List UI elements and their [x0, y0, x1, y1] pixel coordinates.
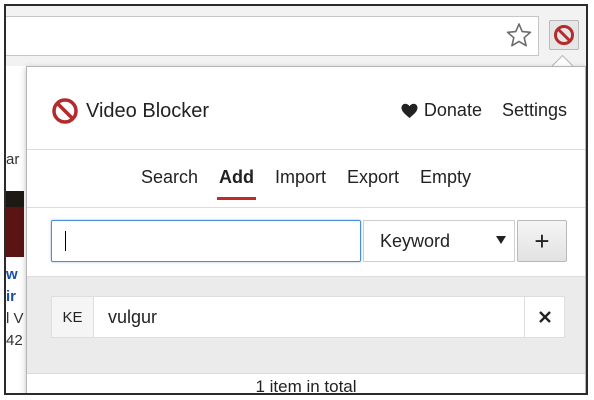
block-icon	[554, 25, 574, 45]
extension-toolbar-button[interactable]	[549, 20, 579, 50]
type-select-value: Keyword	[380, 230, 451, 251]
blocked-list: KE vulgur	[27, 276, 585, 374]
bookmark-star-icon[interactable]	[506, 22, 532, 48]
text-caret	[65, 231, 66, 251]
list-item: KE vulgur	[51, 296, 565, 338]
page-fragment: ar	[6, 151, 20, 168]
remove-item-button[interactable]	[524, 297, 564, 337]
browser-window: ar w ir l V 42 Video Blocker Donate Sett…	[4, 4, 588, 395]
add-form: Keyword +	[51, 220, 567, 264]
divider	[27, 207, 585, 208]
add-button[interactable]: +	[517, 220, 567, 262]
header-links: Donate Settings	[401, 100, 567, 121]
donate-label: Donate	[423, 100, 482, 120]
total-count: 1 item in total	[255, 377, 357, 395]
tab-add[interactable]: Add	[216, 167, 256, 200]
video-thumbnail[interactable]	[6, 191, 24, 257]
page-fragment-link[interactable]: ir	[6, 288, 16, 305]
extension-popup: Video Blocker Donate Settings Search Add…	[26, 66, 586, 395]
close-icon	[538, 311, 551, 323]
tab-import[interactable]: Import	[275, 167, 326, 200]
page-fragment-link[interactable]: w	[6, 266, 18, 283]
settings-link[interactable]: Settings	[502, 100, 567, 121]
tab-bar: Search Add Import Export Empty	[27, 167, 585, 200]
donate-link[interactable]: Donate	[401, 100, 482, 121]
browser-toolbar	[6, 6, 586, 67]
address-bar[interactable]	[6, 16, 539, 56]
brand: Video Blocker	[51, 97, 209, 125]
tab-empty[interactable]: Empty	[420, 167, 471, 200]
divider	[27, 149, 585, 150]
type-select[interactable]: Keyword	[363, 220, 515, 262]
dropdown-arrow-icon	[496, 236, 506, 244]
page-fragment: 42	[6, 332, 23, 349]
tab-export[interactable]: Export	[347, 167, 399, 200]
keyword-input[interactable]	[51, 220, 361, 262]
heart-icon	[401, 103, 418, 118]
item-type-badge: KE	[52, 297, 94, 337]
tab-search[interactable]: Search	[141, 167, 198, 200]
item-value: vulgur	[108, 306, 158, 327]
block-icon	[52, 98, 78, 124]
popup-title: Video Blocker	[86, 99, 210, 122]
page-fragment: l V	[6, 310, 24, 327]
